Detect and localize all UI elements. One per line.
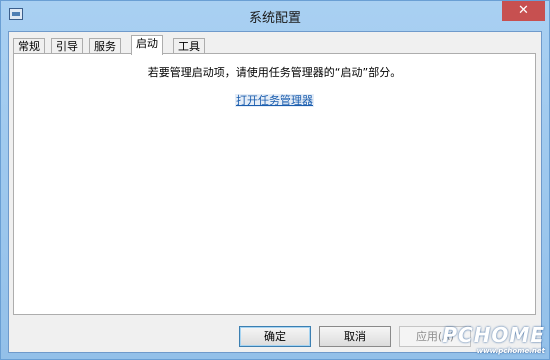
open-task-manager-link-wrap: 打开任务管理器 bbox=[14, 92, 535, 108]
watermark-url: www.pchome.net bbox=[476, 347, 545, 355]
tab-startup[interactable]: 启动 bbox=[131, 35, 163, 55]
startup-panel: 若要管理启动项，请使用任务管理器的“启动”部分。 打开任务管理器 bbox=[13, 53, 536, 315]
ok-button[interactable]: 确定 bbox=[239, 326, 311, 347]
cancel-button[interactable]: 取消 bbox=[319, 326, 391, 347]
window-title: 系统配置 bbox=[248, 11, 301, 26]
watermark-logo: PCHOME bbox=[442, 323, 545, 347]
dialog-client-area: 常规 引导 服务 启动 工具 若要管理启动项，请使用任务管理器的“启动”部分。 … bbox=[8, 31, 542, 353]
title-bar[interactable]: 系统配置 ✕ bbox=[1, 1, 549, 29]
close-button[interactable]: ✕ bbox=[502, 1, 545, 21]
startup-message: 若要管理启动项，请使用任务管理器的“启动”部分。 bbox=[147, 66, 402, 79]
pchome-watermark: PCHOME www.pchome.net bbox=[442, 323, 545, 355]
system-config-window: 系统配置 ✕ 常规 引导 服务 启动 工具 若要管理启动项，请使用任务管理器的“… bbox=[0, 0, 550, 360]
open-task-manager-link[interactable]: 打开任务管理器 bbox=[235, 94, 314, 107]
